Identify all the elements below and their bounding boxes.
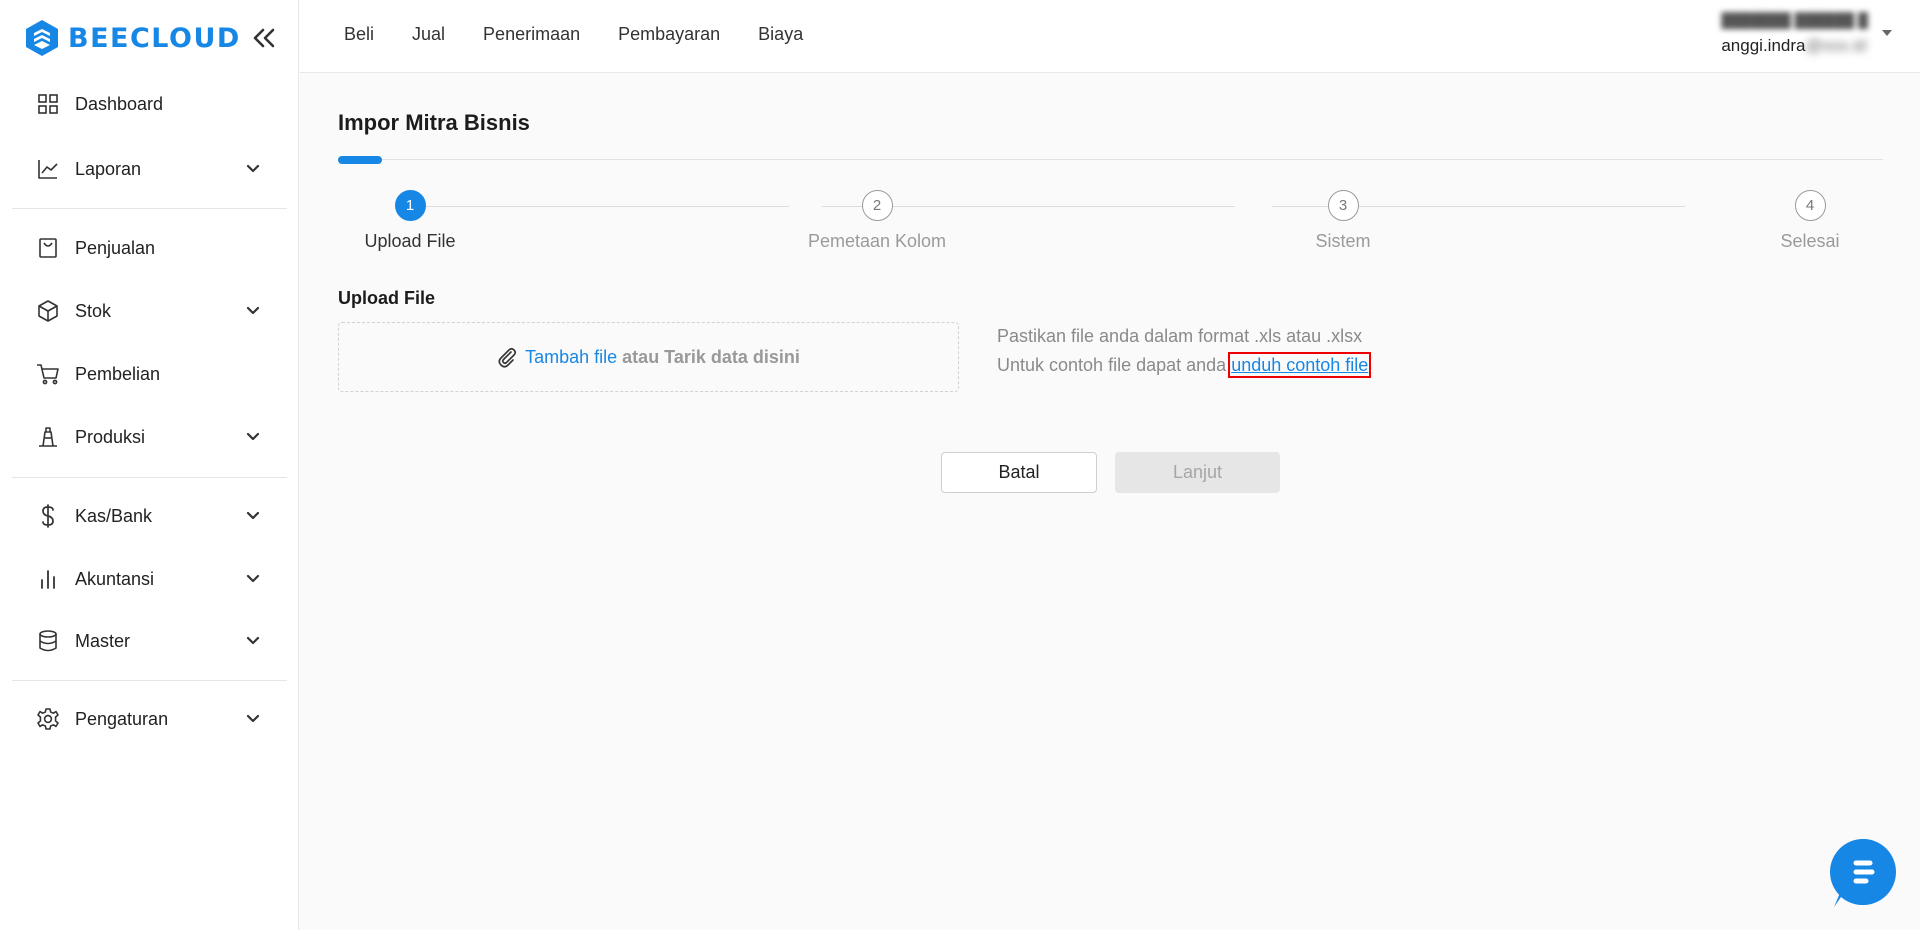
sidebar-item-akuntansi[interactable]: Akuntansi (12, 557, 287, 601)
sample-note-text: Untuk contoh file dapat anda (997, 355, 1227, 375)
logo: BEECLOUD (24, 18, 275, 58)
paperclip-icon (498, 347, 517, 368)
step-number: 2 (861, 190, 893, 221)
step-pemetaan-kolom: 2 Pemetaan Kolom (797, 190, 957, 252)
chevron-down-icon (246, 714, 260, 723)
cancel-button[interactable]: Batal (941, 452, 1097, 493)
sidebar-item-pengaturan[interactable]: Pengaturan (12, 697, 287, 741)
upload-info: Pastikan file anda dalam format .xls ata… (997, 322, 1372, 380)
step-number: 3 (1327, 190, 1359, 221)
sidebar-item-label: Pengaturan (75, 708, 169, 729)
sample-note: Untuk contoh file dapat anda unduh conto… (997, 351, 1372, 380)
add-file-link[interactable]: Tambah file (525, 347, 617, 368)
chevron-down-icon (246, 636, 260, 645)
user-menu-caret-icon[interactable] (1882, 30, 1892, 36)
line-chart-icon (36, 157, 60, 181)
topnav-beli[interactable]: Beli (344, 24, 374, 45)
upload-section-label: Upload File (338, 288, 436, 308)
sidebar-divider (12, 477, 287, 478)
step-label: Pemetaan Kolom (807, 231, 947, 251)
sidebar-item-kas-bank[interactable]: Kas/Bank (12, 494, 287, 538)
gear-icon (36, 707, 60, 731)
step-number: 1 (394, 190, 426, 221)
step-label: Upload File (364, 231, 456, 251)
sidebar-item-label: Penjualan (75, 237, 156, 258)
collapse-sidebar-button[interactable] (246, 22, 282, 54)
step-sistem: 3 Sistem (1263, 190, 1423, 252)
sidebar-item-dashboard[interactable]: Dashboard (12, 82, 287, 126)
sidebar-item-master[interactable]: Master (12, 619, 287, 663)
sidebar-item-stok[interactable]: Stok (12, 289, 287, 333)
user-email-redacted: @xxx.id (1805, 36, 1867, 55)
topnav-pembayaran[interactable]: Pembayaran (618, 24, 720, 45)
chevron-down-icon (246, 164, 260, 173)
sidebar-item-penjualan[interactable]: Penjualan (12, 226, 287, 270)
user-email: anggi.indra@xxx.id (1721, 36, 1868, 56)
dollar-icon (36, 504, 60, 528)
bar-chart-icon (36, 567, 60, 591)
sidebar-item-label: Stok (75, 300, 112, 321)
topnav-biaya[interactable]: Biaya (758, 24, 803, 45)
top-nav: Beli Jual Penerimaan Pembayaran Biaya (344, 24, 841, 45)
chat-support-button[interactable] (1830, 839, 1896, 907)
double-chevron-left-icon (253, 28, 275, 48)
page-title: Impor Mitra Bisnis (338, 110, 530, 135)
chevron-down-icon (246, 306, 260, 315)
beecloud-logo-icon (26, 20, 58, 56)
sidebar-item-produksi[interactable]: Produksi (12, 415, 287, 459)
topnav-jual[interactable]: Jual (412, 24, 445, 45)
cart-icon (36, 362, 60, 386)
topbar: Beli Jual Penerimaan Pembayaran Biaya ██… (300, 0, 1920, 73)
step-label: Sistem (1315, 231, 1371, 251)
chevron-down-icon (246, 574, 260, 583)
sidebar-item-label: Produksi (75, 426, 146, 447)
sidebar-divider (12, 208, 287, 209)
title-divider (338, 159, 1883, 160)
sidebar-item-label: Kas/Bank (75, 505, 153, 526)
dropzone-hint: atau Tarik data disini (622, 346, 800, 367)
sidebar-item-pembelian[interactable]: Pembelian (12, 352, 287, 396)
brand-name: BEECLOUD (68, 22, 241, 54)
topnav-penerimaan[interactable]: Penerimaan (483, 24, 580, 45)
sidebar-item-label: Laporan (75, 158, 142, 179)
step-selesai: 4 Selesai (1730, 190, 1890, 252)
user-email-text: anggi.indra (1721, 36, 1806, 55)
file-dropzone[interactable]: Tambah file atau Tarik data disini (338, 322, 959, 392)
sidebar-item-laporan[interactable]: Laporan (12, 147, 287, 191)
shopping-bag-icon (36, 236, 60, 260)
import-stepper: 1 Upload File 2 Pemetaan Kolom 3 Sistem … (338, 190, 1883, 260)
sidebar-item-label: Akuntansi (75, 568, 155, 589)
next-button[interactable]: Lanjut (1115, 452, 1280, 493)
sidebar-item-label: Dashboard (75, 93, 164, 114)
grid-icon (36, 92, 60, 116)
user-menu[interactable]: ███████ ██████ █ anggi.indra@xxx.id (1721, 12, 1868, 56)
database-icon (36, 629, 60, 653)
chevron-down-icon (246, 432, 260, 441)
chat-icon (1832, 839, 1896, 907)
title-accent-bar (338, 156, 382, 164)
step-label: Selesai (1780, 231, 1840, 251)
user-warehouse-blurred: ███████ ██████ █ (1721, 12, 1868, 28)
download-sample-link[interactable]: unduh contoh file (1228, 352, 1372, 378)
sidebar-divider (12, 680, 287, 681)
chevron-down-icon (246, 511, 260, 520)
sidebar-item-label: Master (75, 630, 131, 651)
box-icon (36, 299, 60, 323)
step-upload-file: 1 Upload File (330, 190, 490, 252)
format-note: Pastikan file anda dalam format .xls ata… (997, 326, 1363, 346)
factory-icon (36, 425, 60, 449)
sidebar-item-label: Pembelian (75, 363, 161, 384)
step-number: 4 (1794, 190, 1826, 221)
sidebar: BEECLOUD Dashboard Laporan Penjualan Sto… (0, 0, 299, 930)
